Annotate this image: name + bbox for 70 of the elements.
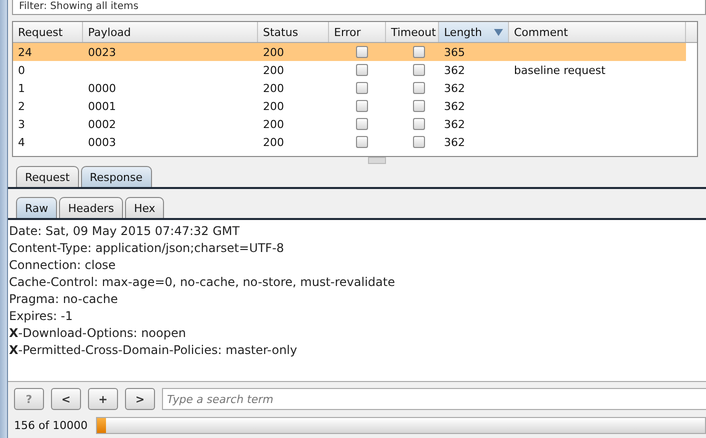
- table-cell: 200: [263, 64, 284, 76]
- response-line: X-Download-Options: noopen: [8, 325, 187, 342]
- table-cell: 0000: [88, 82, 116, 94]
- filter-text: Filter: Showing all items: [19, 1, 138, 13]
- tab[interactable]: Hex: [124, 197, 164, 218]
- response-line: Date: Sat, 09 May 2015 07:47:32 GMT: [8, 223, 241, 240]
- table-cell: 362: [444, 64, 465, 76]
- table-cell: 362: [444, 118, 465, 130]
- column-header[interactable]: Comment: [509, 22, 686, 42]
- table-row[interactable]: 24 0023 200 365: [13, 43, 686, 61]
- table-cell: 0003: [88, 136, 116, 148]
- checkbox[interactable]: [413, 100, 425, 112]
- column-header[interactable]: Payload: [83, 22, 258, 42]
- table-row[interactable]: 1 0000 200 362: [13, 79, 697, 97]
- table-row[interactable]: 0 200 362 baseline request: [13, 61, 697, 79]
- table-cell: 0: [18, 64, 25, 76]
- search-field[interactable]: Type a search term: [162, 388, 706, 410]
- checkbox[interactable]: [413, 64, 425, 76]
- table-cell: 200: [263, 46, 284, 58]
- response-line: X-Permitted-Cross-Domain-Policies: master-only: [8, 342, 298, 359]
- response-line: Pragma: no-cache: [8, 291, 119, 308]
- table-cell: 200: [263, 118, 284, 130]
- checkbox[interactable]: [413, 82, 425, 94]
- checkbox[interactable]: [356, 82, 368, 94]
- table-cell: 3: [18, 118, 25, 130]
- checkbox[interactable]: [413, 46, 425, 58]
- tab[interactable]: Response: [80, 166, 152, 187]
- search-nav-button[interactable]: +: [88, 388, 118, 410]
- tab[interactable]: Raw: [16, 197, 58, 218]
- response-line: Content-Type: application/json;charset=UTF-8: [8, 240, 286, 257]
- checkbox[interactable]: [356, 118, 368, 130]
- column-header[interactable]: Request: [13, 22, 83, 42]
- checkbox[interactable]: [356, 64, 368, 76]
- search-nav-button[interactable]: <: [51, 388, 81, 410]
- table-cell: 0001: [88, 100, 116, 112]
- table-cell: baseline request: [514, 64, 606, 76]
- progress-count: 156 of 10000: [14, 418, 88, 432]
- checkbox[interactable]: [356, 46, 368, 58]
- table-cell: 24: [18, 46, 32, 58]
- table-cell: 0002: [88, 118, 116, 130]
- table-cell: 362: [444, 136, 465, 148]
- checkbox[interactable]: [413, 136, 425, 148]
- table-cell: 365: [444, 46, 465, 58]
- table-row[interactable]: 2 0001 200 362: [13, 97, 697, 115]
- response-line: Cache-Control: max-age=0, no-cache, no-store, must-revalidate: [8, 274, 396, 291]
- table-cell: 200: [263, 82, 284, 94]
- table-cell: 200: [263, 136, 284, 148]
- column-header[interactable]: Error: [329, 22, 386, 42]
- column-header[interactable]: Status: [258, 22, 329, 42]
- checkbox[interactable]: [356, 136, 368, 148]
- checkbox[interactable]: [356, 100, 368, 112]
- tab[interactable]: Request: [16, 166, 79, 187]
- table-cell: 362: [444, 82, 465, 94]
- table-cell: 0023: [88, 46, 116, 58]
- table-cell: 200: [263, 100, 284, 112]
- sort-descending-icon: [494, 28, 503, 36]
- table-cell: 362: [444, 100, 465, 112]
- tab[interactable]: Headers: [59, 197, 123, 218]
- checkbox[interactable]: [413, 118, 425, 130]
- table-cell: 1: [18, 82, 25, 94]
- table-row[interactable]: 4 0003 200 362: [13, 133, 697, 151]
- table-row[interactable]: 3 0002 200 362: [13, 115, 697, 133]
- splitter-handle[interactable]: [368, 157, 386, 164]
- column-header[interactable]: Length: [439, 22, 509, 42]
- search-nav-button[interactable]: >: [125, 388, 155, 410]
- table-cell: 2: [18, 100, 25, 112]
- response-line: Expires: -1: [8, 308, 74, 325]
- filter-bar[interactable]: Filter: Showing all items: [12, 0, 706, 15]
- table-cell: 4: [18, 136, 25, 148]
- response-line: Connection: close: [8, 257, 117, 274]
